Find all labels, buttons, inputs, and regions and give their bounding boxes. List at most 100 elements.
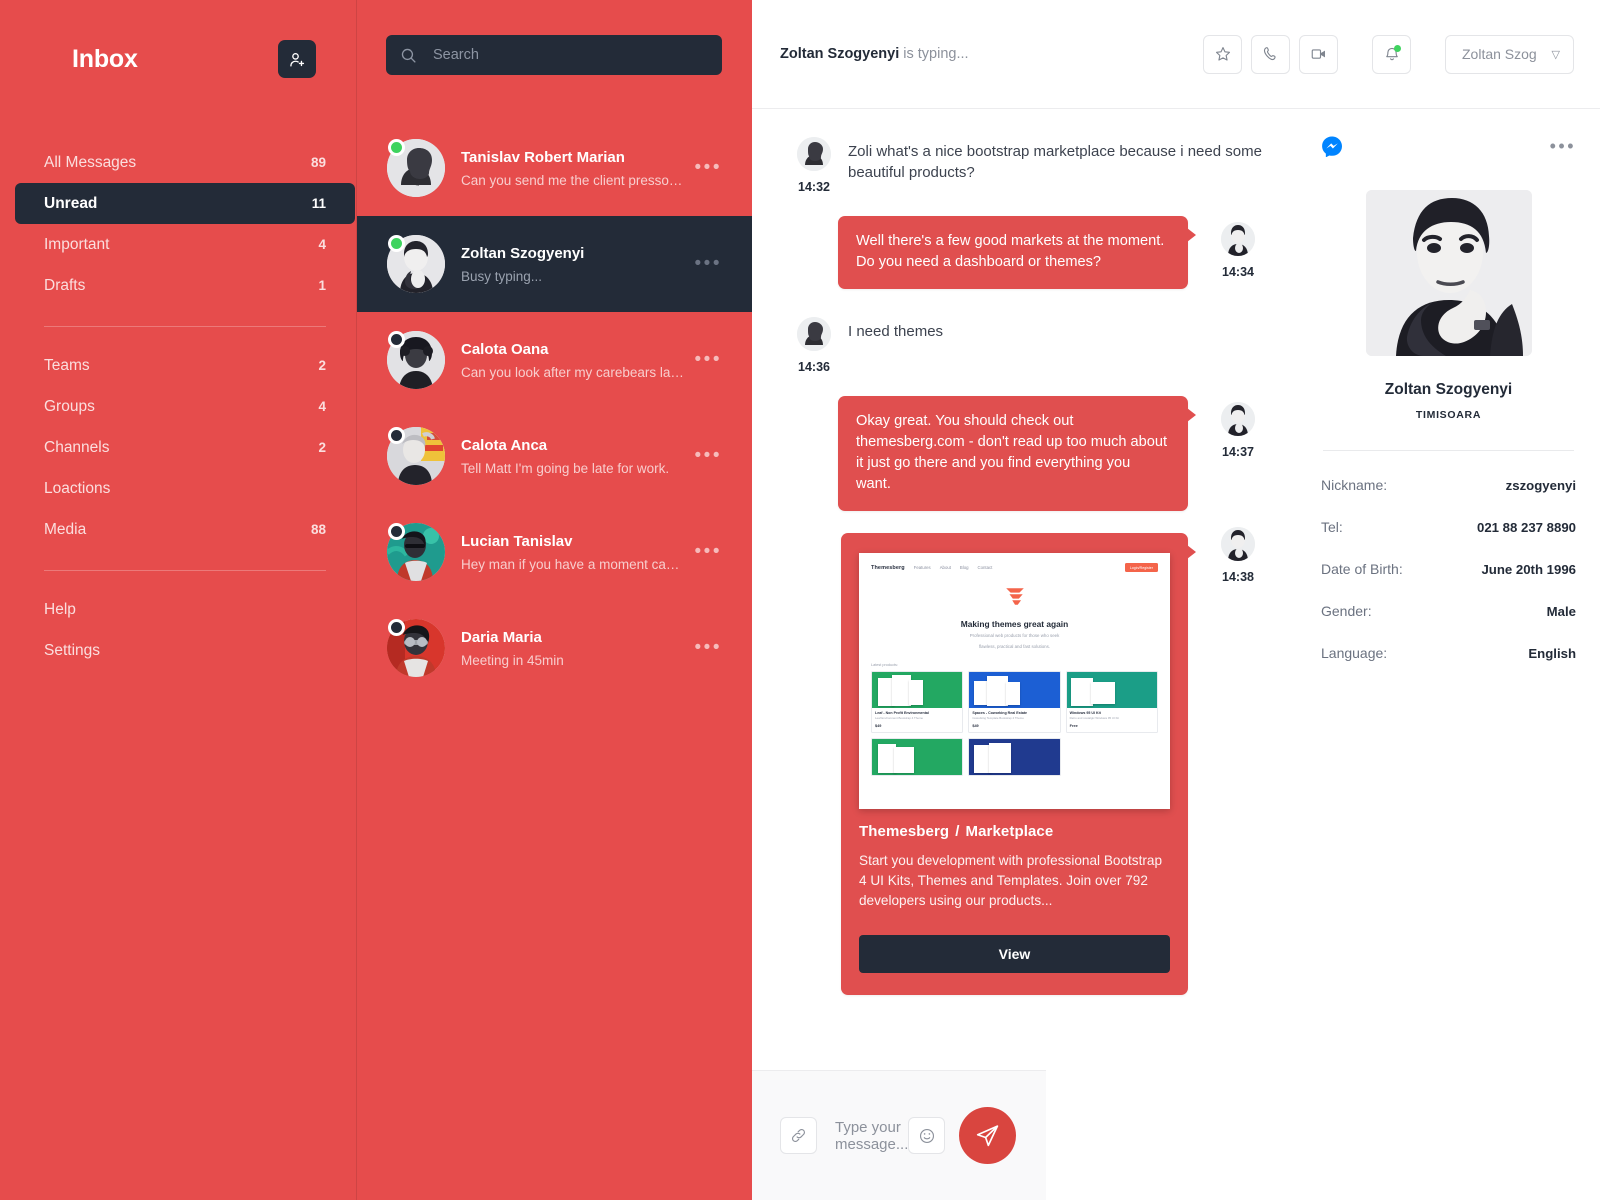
app-root: Inbox All Messages 89 Unread 11 Importan… — [0, 0, 1600, 1200]
mock-cta-button: Login/Register — [1124, 563, 1158, 572]
call-button[interactable] — [1251, 34, 1290, 74]
field-label: Date of Birth: — [1321, 561, 1403, 577]
send-button[interactable] — [959, 1107, 1017, 1164]
profile-field-nickname: Nickname: zszogyenyi — [1321, 477, 1576, 493]
more-options-icon[interactable]: ••• — [685, 446, 722, 465]
avatar-image — [1221, 402, 1255, 436]
contact-name: Calota Oana — [461, 340, 549, 358]
user-select-label: Zoltan Szog — [1462, 46, 1537, 62]
video-camera-icon — [1311, 49, 1325, 59]
sidebar-item-important[interactable]: Important 4 — [15, 224, 355, 265]
list-item[interactable]: Daria Maria Meeting in 45min ••• — [357, 600, 752, 696]
list-item-body: Daria Maria Meeting in 45min — [461, 629, 685, 668]
sidebar-item-drafts[interactable]: Drafts 1 — [15, 265, 355, 306]
list-item-body: Calota Anca Tell Matt I'm going be late … — [461, 437, 685, 476]
more-options-icon[interactable]: ••• — [685, 350, 722, 369]
sidebar-item-label: Unread — [44, 194, 98, 212]
user-select-dropdown[interactable]: Zoltan Szog ▽ — [1445, 34, 1574, 74]
emoji-button[interactable] — [908, 1117, 946, 1154]
sidebar-item-loactions[interactable]: Loactions — [15, 468, 355, 509]
video-call-button[interactable] — [1299, 34, 1338, 74]
avatar — [387, 427, 445, 485]
mock-product-title: Windows 95 UI Kit — [1069, 710, 1101, 715]
attach-button[interactable] — [780, 1117, 817, 1154]
send-icon — [977, 1125, 999, 1147]
message-composer: Type your message... — [752, 1070, 1047, 1200]
more-options-icon[interactable]: ••• — [685, 638, 722, 657]
chat-header: Zoltan Szogyenyi is typing... Zoltan Szo… — [752, 0, 1600, 109]
link-preview-card[interactable]: Themesberg Features About Blog Contact L… — [841, 533, 1196, 995]
sidebar-item-all-messages[interactable]: All Messages 89 — [15, 142, 355, 183]
message-time: 14:36 — [798, 360, 830, 374]
sidebar-item-groups[interactable]: Groups 4 — [15, 386, 355, 427]
profile-more-options-icon[interactable]: ••• — [1550, 137, 1576, 155]
sidebar-item-unread[interactable]: Unread 11 — [15, 183, 355, 224]
mock-product-price: Free — [1069, 724, 1078, 729]
mock-product-thumb — [872, 739, 963, 776]
sidebar-item-label: Important — [44, 235, 110, 253]
mock-nav-link: About — [939, 565, 951, 570]
message-outgoing: Well there's a few good markets at the m… — [780, 216, 1272, 289]
message-preview: Tell Matt I'm going be late for work. — [461, 460, 670, 476]
sidebar-item-count: 4 — [318, 399, 326, 414]
mock-subhead-line1: Professional web products for those who … — [969, 633, 1060, 638]
message-meta: 14:36 — [780, 313, 848, 374]
sidebar-item-media[interactable]: Media 88 — [15, 509, 355, 550]
list-item[interactable]: Calota Anca Tell Matt I'm going be late … — [357, 408, 752, 504]
mock-product-thumb — [1066, 671, 1157, 708]
messenger-icon — [1322, 136, 1342, 158]
list-item[interactable]: Calota Oana Can you look after my carebe… — [357, 312, 752, 408]
search-input[interactable]: Search — [386, 35, 722, 75]
field-label: Nickname: — [1321, 477, 1388, 493]
list-item[interactable]: Zoltan Szogyenyi Busy typing... ••• — [357, 216, 752, 312]
link-preview-separator: / — [955, 823, 960, 840]
list-item-body: Lucian Tanislav Hey man if you have a mo… — [461, 533, 685, 572]
mock-product-thumb — [969, 739, 1060, 776]
mock-product-card: Leaf - Non Profit Environmental Leaf Env… — [871, 670, 964, 734]
sidebar-item-help[interactable]: Help — [15, 589, 355, 630]
star-button[interactable] — [1203, 34, 1242, 74]
more-options-icon[interactable]: ••• — [685, 254, 722, 273]
mock-product-body: Spaces - Coworking Real Estate Coworking… — [969, 708, 1059, 733]
message-input[interactable]: Type your message... — [835, 1119, 908, 1153]
field-label: Tel: — [1321, 519, 1343, 535]
sidebar-item-label: All Messages — [44, 153, 137, 171]
sidebar-divider — [44, 570, 326, 571]
notifications-button[interactable] — [1372, 34, 1411, 74]
view-button[interactable]: View — [859, 934, 1170, 973]
link-preview-title: Themesberg / Marketplace — [859, 823, 1170, 840]
avatar-image — [797, 317, 831, 351]
status-indicator-offline — [388, 523, 405, 540]
sidebar-item-label: Loactions — [44, 479, 111, 497]
message-meta: 14:38 — [1204, 521, 1272, 995]
list-item[interactable]: Tanislav Robert Marian Can you send me t… — [357, 120, 752, 216]
message-link-preview: Themesberg Features About Blog Contact L… — [780, 521, 1272, 995]
sidebar-item-count: 88 — [310, 522, 326, 537]
message-preview: Can you look after my carebears later? — [461, 364, 685, 380]
more-options-icon[interactable]: ••• — [685, 158, 722, 177]
mock-product-card: Windows 95 UI Kit Retro and nostalgic Wi… — [1065, 670, 1158, 734]
add-user-button[interactable] — [278, 40, 316, 78]
sidebar-item-channels[interactable]: Channels 2 — [15, 427, 355, 468]
sidebar-item-settings[interactable]: Settings — [15, 630, 355, 671]
typing-status: Zoltan Szogyenyi is typing... — [780, 46, 969, 62]
profile-city: TIMISOARA — [1415, 409, 1482, 421]
mock-product-price: $49 — [972, 724, 979, 729]
message-list: 14:32 Zoli what's a nice bootstrap marke… — [752, 109, 1300, 1070]
mock-product-desc: Coworking Template Bootstrap 4 Theme — [972, 716, 1024, 721]
mock-subhead-line2: flawless, practical and fast solutions. — [978, 643, 1050, 649]
mock-product-desc: Leaf Environment Bootstrap 4 Theme — [875, 716, 923, 721]
sidebar-item-teams[interactable]: Teams 2 — [15, 345, 355, 386]
person-photo-icon — [797, 317, 831, 351]
list-item-body: Zoltan Szogyenyi Busy typing... — [461, 245, 685, 284]
mock-product-card — [871, 738, 964, 777]
messenger-button[interactable] — [1321, 135, 1343, 158]
sidebar-item-count: 11 — [311, 196, 326, 211]
person-photo-icon — [1221, 527, 1255, 561]
sidebar-group-support: Help Settings — [44, 589, 326, 671]
typing-contact-name: Zoltan Szogyenyi — [780, 46, 900, 62]
more-options-icon[interactable]: ••• — [685, 542, 722, 561]
notification-badge — [1394, 44, 1401, 52]
list-item[interactable]: Lucian Tanislav Hey man if you have a mo… — [357, 504, 752, 600]
list-item-body: Tanislav Robert Marian Can you send me t… — [461, 149, 685, 188]
